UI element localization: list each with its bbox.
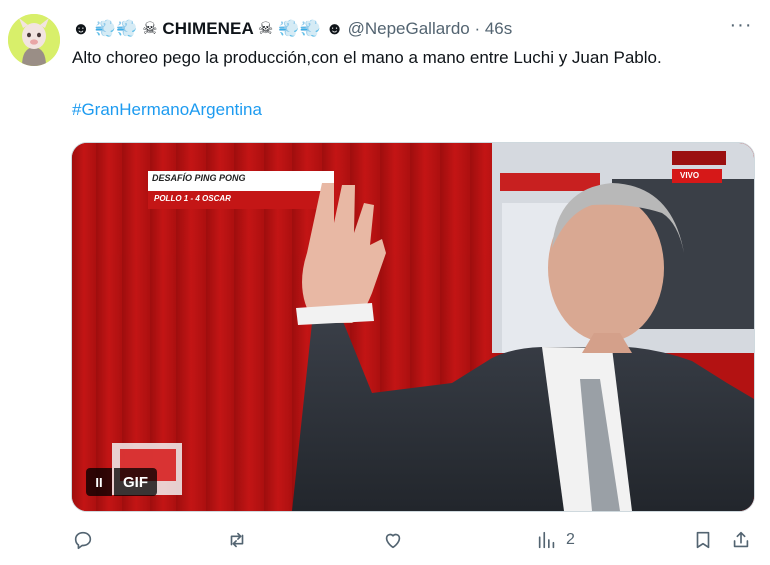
- retweet-icon: [230, 532, 244, 548]
- skull-emoji-icon: ☠: [142, 19, 158, 38]
- gif-media[interactable]: DESAFÍO PING PONG POLLO 1 - 4 OSCAR VIVO…: [71, 142, 755, 512]
- live-badge-text: VIVO: [680, 171, 700, 180]
- dash-emoji-icon: 💨💨: [94, 19, 138, 38]
- bar-chart-icon: [538, 531, 555, 549]
- share-button[interactable]: [730, 526, 752, 554]
- bookmark-icon: [696, 531, 710, 549]
- author-name[interactable]: ☻ 💨💨 ☠ CHIMENEA ☠ 💨💨 ☻: [72, 19, 344, 39]
- skull-emoji-icon: ☠: [258, 19, 274, 38]
- avatar[interactable]: [8, 14, 60, 66]
- gif-badge: GIF: [114, 468, 157, 496]
- views-button[interactable]: 2: [536, 526, 575, 554]
- handle-and-time[interactable]: @NepeGallardo · 46s: [348, 19, 513, 39]
- hashtag-link[interactable]: #GranHermanoArgentina: [72, 98, 262, 122]
- like-button[interactable]: [382, 526, 404, 554]
- reply-button[interactable]: [72, 526, 94, 554]
- lower-third-score: POLLO 1 - 4 OSCAR: [154, 194, 231, 203]
- bookmark-button[interactable]: [692, 526, 714, 554]
- tweet-actions: 2: [72, 526, 762, 554]
- pause-button[interactable]: II: [86, 468, 112, 496]
- heart-icon: [385, 533, 401, 549]
- gif-controls: II GIF: [86, 468, 157, 496]
- lower-third-title: DESAFÍO PING PONG: [152, 173, 246, 183]
- tweet-text: Alto choreo pego la producción,con el ma…: [72, 48, 662, 67]
- reply-icon: [74, 531, 92, 550]
- dash-emoji-icon: 💨💨: [278, 19, 321, 38]
- tweet-header: ☻ 💨💨 ☠ CHIMENEA ☠ 💨💨 ☻ @NepeGallardo · 4…: [72, 16, 512, 42]
- share-icon: [733, 531, 749, 548]
- name-emoji-prefix: ☻: [72, 19, 90, 38]
- retweet-button[interactable]: [226, 526, 248, 554]
- views-count: 2: [566, 531, 575, 548]
- name-emoji-suffix: ☻: [325, 19, 344, 38]
- more-options-icon[interactable]: ···: [728, 14, 754, 40]
- author-name-text: CHIMENEA: [162, 19, 254, 38]
